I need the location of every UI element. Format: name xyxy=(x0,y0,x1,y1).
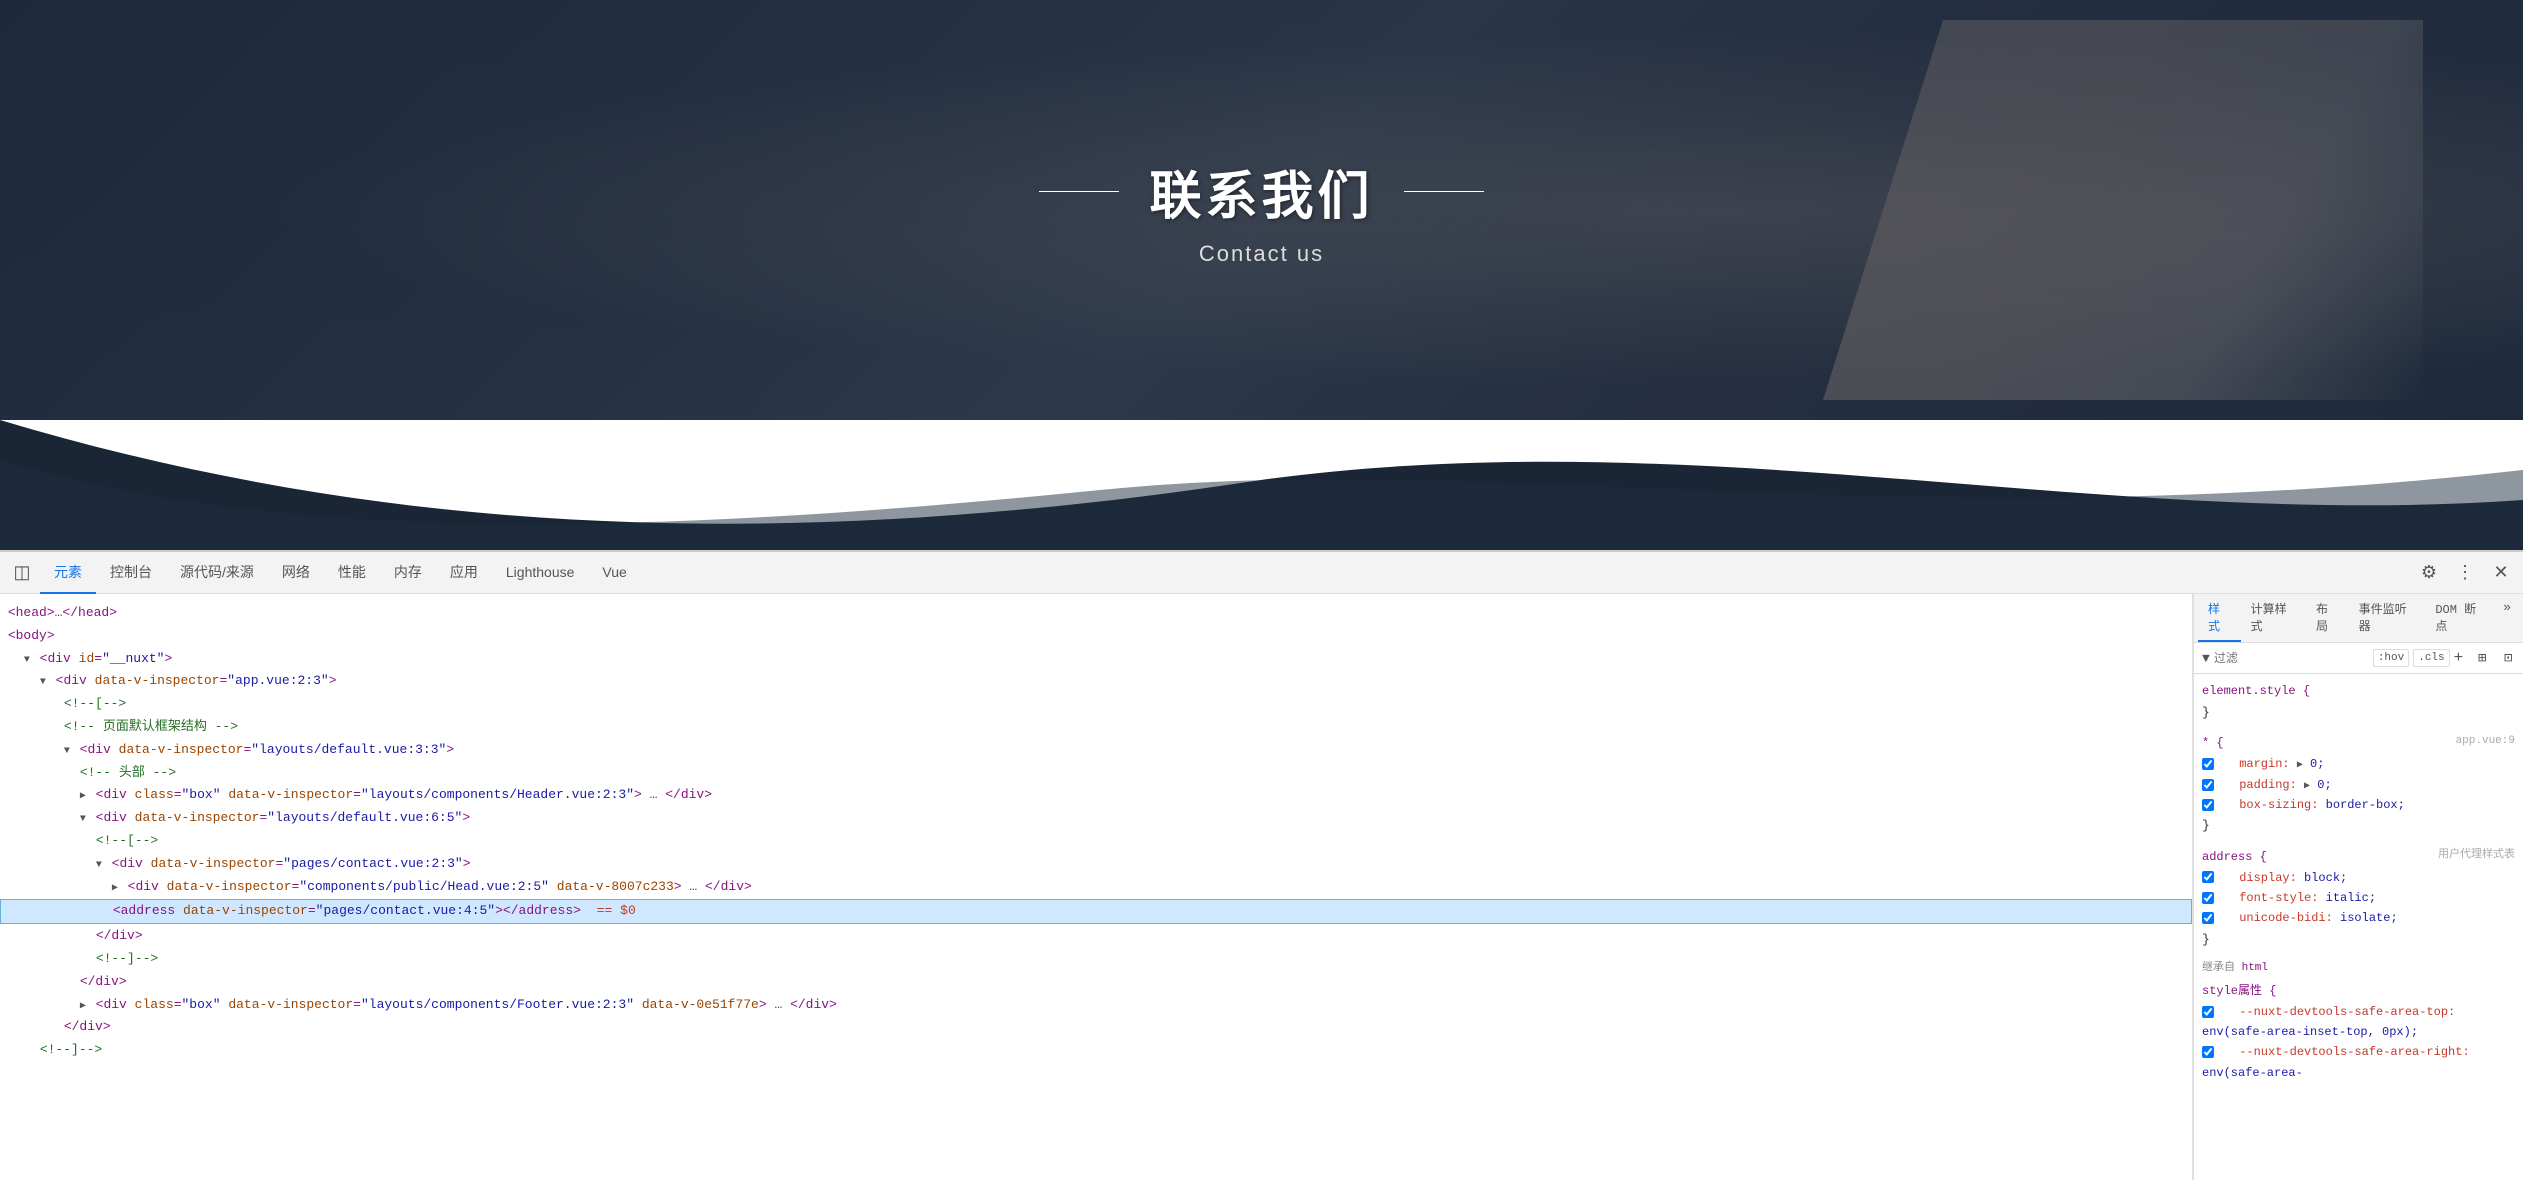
dom-line[interactable]: <!-- 头部 --> xyxy=(0,762,2192,785)
inspect-element-icon[interactable]: ⊡ xyxy=(2497,647,2519,669)
prop-checkbox[interactable] xyxy=(2202,912,2214,924)
styles-tab-style[interactable]: 样式 xyxy=(2198,594,2241,642)
tab-lighthouse[interactable]: Lighthouse xyxy=(492,552,589,594)
website-preview: 联系我们 Contact us xyxy=(0,0,2523,420)
hov-button[interactable]: :hov xyxy=(2373,649,2409,667)
devtools-content: <head>…</head> <body> ▼ <div id="__nuxt"… xyxy=(0,594,2523,1180)
dom-line[interactable]: <!--]--> xyxy=(0,1039,2192,1062)
prop-checkbox[interactable] xyxy=(2202,1046,2214,1058)
dom-line[interactable]: ▼ <div data-v-inspector="layouts/default… xyxy=(0,807,2192,830)
hero-bg: 联系我们 Contact us xyxy=(0,0,2523,420)
tab-performance-label: 性能 xyxy=(338,562,366,582)
cls-button[interactable]: .cls xyxy=(2413,649,2449,667)
new-style-rule-icon[interactable]: ⊞ xyxy=(2471,647,2493,669)
dom-panel[interactable]: <head>…</head> <body> ▼ <div id="__nuxt"… xyxy=(0,594,2193,1180)
hero-title-row: 联系我们 xyxy=(1039,154,1483,229)
filter-icon: ▼ xyxy=(2202,651,2210,666)
styles-tabs: 样式 计算样式 布局 事件监听器 DOM 断点 » xyxy=(2194,594,2523,643)
dom-line[interactable]: ▼ <div data-v-inspector="pages/contact.v… xyxy=(0,853,2192,876)
wave-divider xyxy=(0,420,2523,550)
close-icon[interactable]: ✕ xyxy=(2487,559,2515,587)
wave-svg xyxy=(0,420,2523,550)
style-block-universal: * { app.vue:9 margin: ▶ 0; padding: ▶ 0; xyxy=(2202,732,2515,837)
styles-panel: 样式 计算样式 布局 事件监听器 DOM 断点 » ▼ xyxy=(2193,594,2523,1180)
tab-network-label: 网络 xyxy=(282,562,310,582)
tab-performance[interactable]: 性能 xyxy=(324,552,380,594)
styles-filter-bar: ▼ :hov .cls + ⊞ ⊡ xyxy=(2194,643,2523,674)
tab-memory-label: 内存 xyxy=(394,562,422,582)
prop-checkbox[interactable] xyxy=(2202,892,2214,904)
dom-line[interactable]: <!--[--> xyxy=(0,830,2192,853)
tab-network[interactable]: 网络 xyxy=(268,552,324,594)
more-options-icon[interactable]: ⋮ xyxy=(2451,559,2479,587)
prop-checkbox[interactable] xyxy=(2202,799,2214,811)
tab-vue[interactable]: Vue xyxy=(588,552,640,594)
dom-line[interactable]: ▼ <div data-v-inspector="app.vue:2:3"> xyxy=(0,670,2192,693)
dom-line[interactable]: ▼ <div id="__nuxt"> xyxy=(0,648,2192,671)
dom-line[interactable]: </div> xyxy=(0,971,2192,994)
dom-line[interactable]: <body> xyxy=(0,625,2192,648)
styles-filter-input[interactable] xyxy=(2214,651,2369,665)
title-line-right xyxy=(1404,191,1484,192)
hero-title-zh: 联系我们 xyxy=(1149,154,1373,229)
dom-line[interactable]: ▼ <div data-v-inspector="layouts/default… xyxy=(0,739,2192,762)
tab-elements-label: 元素 xyxy=(54,562,82,582)
dom-line[interactable]: <!-- 页面默认框架结构 --> xyxy=(0,716,2192,739)
tab-lighthouse-label: Lighthouse xyxy=(506,564,575,580)
settings-icon[interactable]: ⚙ xyxy=(2415,559,2443,587)
tab-sources[interactable]: 源代码/来源 xyxy=(166,552,268,594)
dom-line[interactable]: <head>…</head> xyxy=(0,602,2192,625)
tab-console-label: 控制台 xyxy=(110,562,152,582)
hero-subtitle-en: Contact us xyxy=(1199,241,1324,267)
tab-application[interactable]: 应用 xyxy=(436,552,492,594)
dom-line[interactable]: ▶ <div data-v-inspector="components/publ… xyxy=(0,876,2192,899)
element-inspect-icon[interactable]: ◫ xyxy=(8,559,36,587)
prop-checkbox[interactable] xyxy=(2202,1006,2214,1018)
styles-tab-computed[interactable]: 计算样式 xyxy=(2241,594,2306,642)
style-block-style-attr: style属性 { --nuxt-devtools-safe-area-top:… xyxy=(2202,980,2515,1084)
dom-line[interactable]: </div> xyxy=(0,925,2192,948)
tab-console[interactable]: 控制台 xyxy=(96,552,166,594)
prop-checkbox[interactable] xyxy=(2202,758,2214,770)
styles-tabs-more[interactable]: » xyxy=(2495,594,2519,642)
tab-elements[interactable]: 元素 xyxy=(40,552,96,594)
devtools-toolbar: ◫ 元素 控制台 源代码/来源 网络 性能 内存 应用 Lighthouse V… xyxy=(0,552,2523,594)
dom-line[interactable]: ▶ <div class="box" data-v-inspector="lay… xyxy=(0,994,2192,1017)
tab-memory[interactable]: 内存 xyxy=(380,552,436,594)
prop-checkbox[interactable] xyxy=(2202,871,2214,883)
dom-line[interactable]: ▶ <div class="box" data-v-inspector="lay… xyxy=(0,784,2192,807)
dom-line[interactable]: </div> xyxy=(0,1016,2192,1039)
tab-vue-label: Vue xyxy=(602,564,626,580)
dom-selected-line[interactable]: <address data-v-inspector="pages/contact… xyxy=(0,899,2192,924)
style-block-element: element.style { } xyxy=(2202,680,2515,724)
prop-checkbox[interactable] xyxy=(2202,779,2214,791)
styles-tab-layout[interactable]: 布局 xyxy=(2306,594,2349,642)
styles-tab-dom-breakpoints[interactable]: DOM 断点 xyxy=(2425,594,2495,642)
styles-tab-event[interactable]: 事件监听器 xyxy=(2349,594,2426,642)
dom-line[interactable]: <!--[--> xyxy=(0,693,2192,716)
styles-content[interactable]: element.style { } * { app.vue:9 margin: … xyxy=(2194,674,2523,1180)
inherit-label: 继承自 html xyxy=(2202,959,2515,978)
add-style-button[interactable]: + xyxy=(2454,649,2464,667)
dom-line[interactable]: <!--]--> xyxy=(0,948,2192,971)
style-block-address: address { 用户代理样式表 display: block; font-s… xyxy=(2202,846,2515,951)
devtools-panel: ◫ 元素 控制台 源代码/来源 网络 性能 内存 应用 Lighthouse V… xyxy=(0,550,2523,1180)
devtools-toolbar-right: ⚙ ⋮ ✕ xyxy=(2415,559,2515,587)
title-line-left xyxy=(1039,191,1119,192)
tab-sources-label: 源代码/来源 xyxy=(180,562,254,582)
tab-application-label: 应用 xyxy=(450,562,478,582)
styles-filter-icons: ⊞ ⊡ xyxy=(2471,647,2519,669)
